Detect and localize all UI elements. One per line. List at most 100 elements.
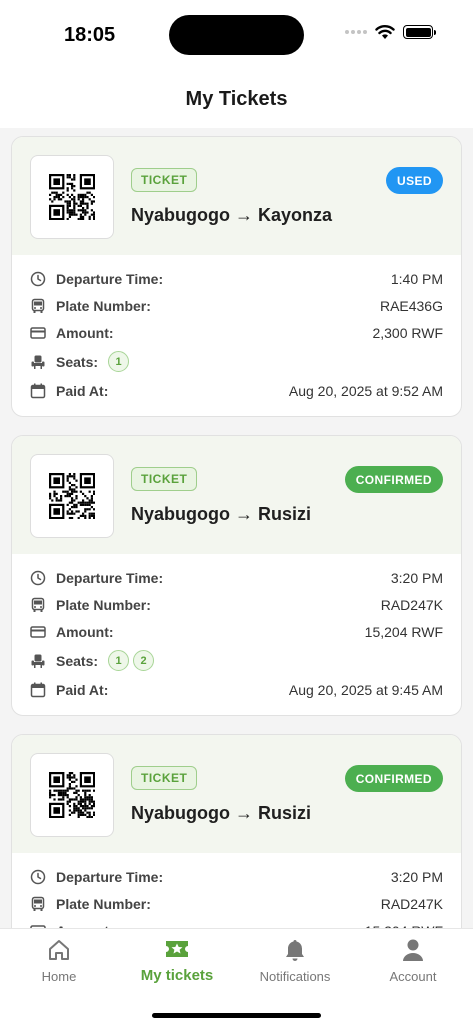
tab-notifications-label: Notifications: [259, 969, 331, 984]
status-badge: CONFIRMED: [344, 765, 443, 792]
paid-at-value: Aug 20, 2025 at 9:52 AM: [288, 382, 443, 399]
person-icon: [403, 939, 423, 961]
plate-value: RAE436G: [379, 297, 443, 314]
status-time: 18:05: [64, 24, 116, 46]
seat-list: 1: [104, 351, 130, 372]
ticket-card[interactable]: TICKET USED Nyabugogo → Kayonza Departur…: [11, 136, 462, 417]
paid-at-label: Paid At:: [56, 681, 109, 698]
status-badge: USED: [386, 167, 443, 194]
bus-icon: [30, 597, 46, 613]
departure-label: Departure Time:: [56, 868, 164, 885]
calendar-icon: [30, 682, 46, 698]
amount-row: Amount: 15,204 RWF: [30, 917, 443, 928]
clock-icon: [30, 869, 46, 885]
ticket-card-header: TICKET CONFIRMED Nyabugogo → Rusizi: [12, 735, 461, 853]
plate-label: Plate Number:: [56, 596, 151, 613]
plate-value: RAD247K: [380, 895, 443, 912]
amount-value: 15,204 RWF: [364, 623, 443, 640]
bus-icon: [30, 298, 46, 314]
ticket-tag: TICKET: [131, 766, 198, 790]
amount-label: Amount:: [56, 324, 114, 341]
paid-at-label: Paid At:: [56, 382, 109, 399]
route-title: Nyabugogo → Rusizi: [131, 803, 311, 823]
cellular-signal-icon: [345, 30, 367, 34]
ticket-tag: TICKET: [131, 168, 198, 192]
plate-label: Plate Number:: [56, 895, 151, 912]
ticket-details: Departure Time: 3:20 PM Plate Number: RA…: [12, 853, 461, 928]
qr-code-icon: [48, 173, 96, 221]
amount-row: Amount: 2,300 RWF: [30, 319, 443, 346]
seat-number-badge: 1: [108, 650, 130, 671]
calendar-icon: [30, 383, 46, 399]
departure-row: Departure Time: 1:40 PM: [30, 265, 443, 292]
tab-home-label: Home: [41, 969, 77, 984]
ticket-details: Departure Time: 3:20 PM Plate Number: RA…: [12, 554, 461, 715]
seat-list: 12: [104, 650, 155, 671]
plate-row: Plate Number: RAD247K: [30, 591, 443, 618]
paid-at-row: Paid At: Aug 20, 2025 at 9:45 AM: [30, 676, 443, 703]
home-icon: [49, 940, 69, 960]
status-bar: 18:05: [0, 0, 473, 70]
amount-label: Amount:: [56, 623, 114, 640]
plate-label: Plate Number:: [56, 297, 151, 314]
amount-value: 2,300 RWF: [372, 324, 443, 341]
seats-row: Seats: 1: [30, 346, 443, 377]
tab-my-tickets-label: My tickets: [140, 967, 214, 984]
home-indicator: [152, 1013, 321, 1018]
qr-code[interactable]: [30, 753, 114, 837]
departure-row: Departure Time: 3:20 PM: [30, 564, 443, 591]
seats-label: Seats:: [56, 652, 99, 669]
qr-code[interactable]: [30, 155, 114, 239]
ticket-card-header: TICKET USED Nyabugogo → Kayonza: [12, 137, 461, 255]
seats-label: Seats:: [56, 353, 99, 370]
ticket-card[interactable]: TICKET CONFIRMED Nyabugogo → Rusizi Depa…: [11, 734, 462, 928]
dynamic-island: [169, 15, 304, 55]
tab-home[interactable]: Home: [0, 937, 118, 984]
ticket-list[interactable]: TICKET USED Nyabugogo → Kayonza Departur…: [0, 128, 473, 928]
plate-value: RAD247K: [380, 596, 443, 613]
departure-label: Departure Time:: [56, 569, 164, 586]
ticket-details: Departure Time: 1:40 PM Plate Number: RA…: [12, 255, 461, 416]
departure-value: 3:20 PM: [390, 868, 443, 885]
tab-account-label: Account: [389, 969, 437, 984]
header: My Tickets: [0, 70, 473, 128]
clock-icon: [30, 570, 46, 586]
tab-notifications[interactable]: Notifications: [236, 937, 354, 984]
plate-row: Plate Number: RAD247K: [30, 890, 443, 917]
credit-card-icon: [30, 325, 46, 341]
route-title: Nyabugogo → Rusizi: [131, 504, 311, 524]
battery-icon: [403, 25, 436, 39]
route-title: Nyabugogo → Kayonza: [131, 205, 333, 225]
qr-code-icon: [48, 771, 96, 819]
seat-number-badge: 2: [133, 650, 155, 671]
paid-at-row: Paid At: Aug 20, 2025 at 9:52 AM: [30, 377, 443, 404]
tab-bar: Home My tickets Notifications Account: [0, 928, 473, 1024]
amount-row: Amount: 15,204 RWF: [30, 618, 443, 645]
wifi-icon: [375, 25, 395, 39]
status-badge: CONFIRMED: [344, 466, 443, 493]
status-icons: [345, 24, 436, 40]
bus-icon: [30, 896, 46, 912]
ticket-card-header: TICKET CONFIRMED Nyabugogo → Rusizi: [12, 436, 461, 554]
clock-icon: [30, 271, 46, 287]
qr-code[interactable]: [30, 454, 114, 538]
ticket-card[interactable]: TICKET CONFIRMED Nyabugogo → Rusizi Depa…: [11, 435, 462, 716]
departure-label: Departure Time:: [56, 270, 164, 287]
ticket-tag: TICKET: [131, 467, 198, 491]
departure-value: 1:40 PM: [390, 270, 443, 287]
tab-account[interactable]: Account: [354, 937, 472, 984]
seat-number-badge: 1: [108, 351, 130, 372]
credit-card-icon: [30, 624, 46, 640]
plate-row: Plate Number: RAE436G: [30, 292, 443, 319]
seat-icon: [30, 354, 46, 370]
paid-at-value: Aug 20, 2025 at 9:45 AM: [288, 681, 443, 698]
ticket-star-icon: [166, 941, 188, 957]
tab-my-tickets[interactable]: My tickets: [118, 937, 236, 984]
departure-value: 3:20 PM: [390, 569, 443, 586]
seats-row: Seats: 12: [30, 645, 443, 676]
seat-icon: [30, 653, 46, 669]
departure-row: Departure Time: 3:20 PM: [30, 863, 443, 890]
page-title: My Tickets: [185, 87, 288, 110]
qr-code-icon: [48, 472, 96, 520]
bell-icon: [286, 940, 304, 961]
